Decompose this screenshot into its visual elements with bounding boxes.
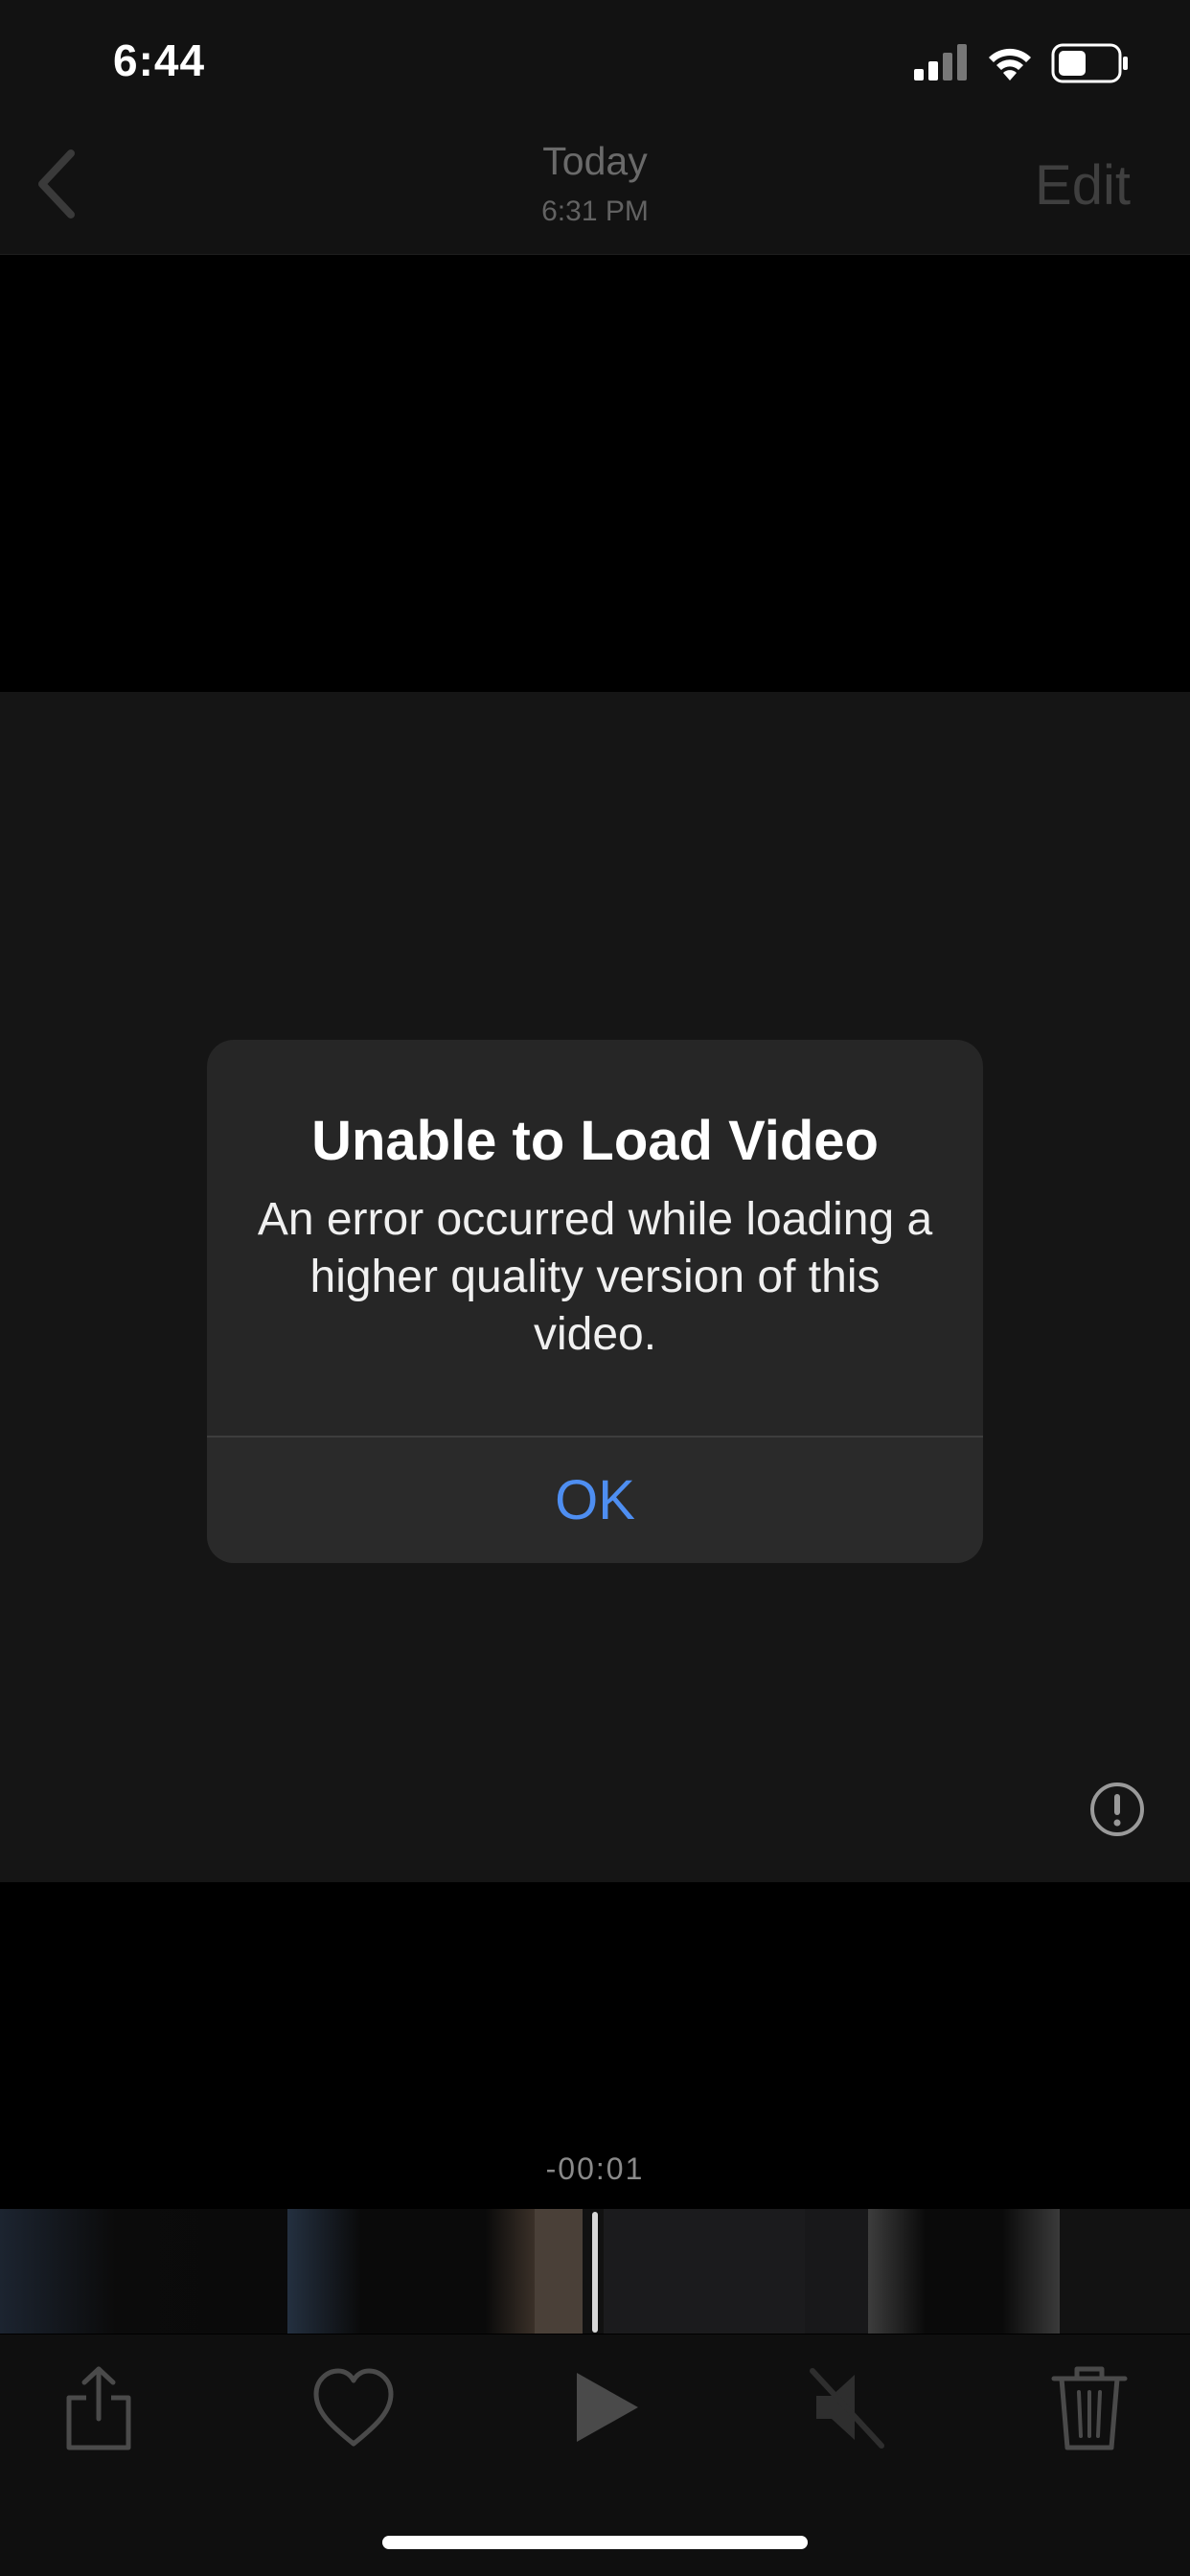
status-time: 6:44	[113, 35, 206, 85]
play-icon[interactable]	[561, 2359, 648, 2455]
warning-icon[interactable]	[1088, 1781, 1146, 1838]
battery-icon	[1051, 43, 1128, 83]
time-remaining: -00:01	[545, 2151, 645, 2186]
wifi-icon	[989, 48, 1031, 80]
edit-button[interactable]: Edit	[1035, 153, 1131, 218]
photos-video-screen: 6:44 Today 6:31 PM Edit Unable to Load V…	[0, 0, 1190, 2576]
filmstrip-frame	[604, 2209, 805, 2334]
filmstrip-frame	[868, 2209, 1060, 2334]
mute-icon[interactable]	[803, 2359, 889, 2455]
heart-icon[interactable]	[310, 2359, 397, 2455]
filmstrip-frame	[1060, 2209, 1190, 2334]
share-icon[interactable]	[56, 2359, 142, 2455]
error-alert-dialog: Unable to Load Video An error occurred w…	[207, 1040, 983, 1563]
filmstrip-frame	[0, 2209, 287, 2334]
filmstrip-frame	[535, 2209, 583, 2334]
home-indicator[interactable]	[382, 2536, 808, 2549]
cellular-signal-icon	[914, 44, 967, 80]
filmstrip-frame	[805, 2209, 868, 2334]
alert-ok-button[interactable]: OK	[207, 1438, 983, 1563]
alert-message: An error occurred while loading a higher…	[257, 1194, 933, 1360]
scrubber-playhead[interactable]	[592, 2212, 598, 2333]
nav-title: Today	[542, 139, 648, 183]
nav-subtitle: 6:31 PM	[541, 196, 649, 227]
trash-icon[interactable]	[1046, 2359, 1133, 2455]
alert-title: Unable to Load Video	[311, 1110, 879, 1172]
filmstrip-frame	[287, 2209, 535, 2334]
